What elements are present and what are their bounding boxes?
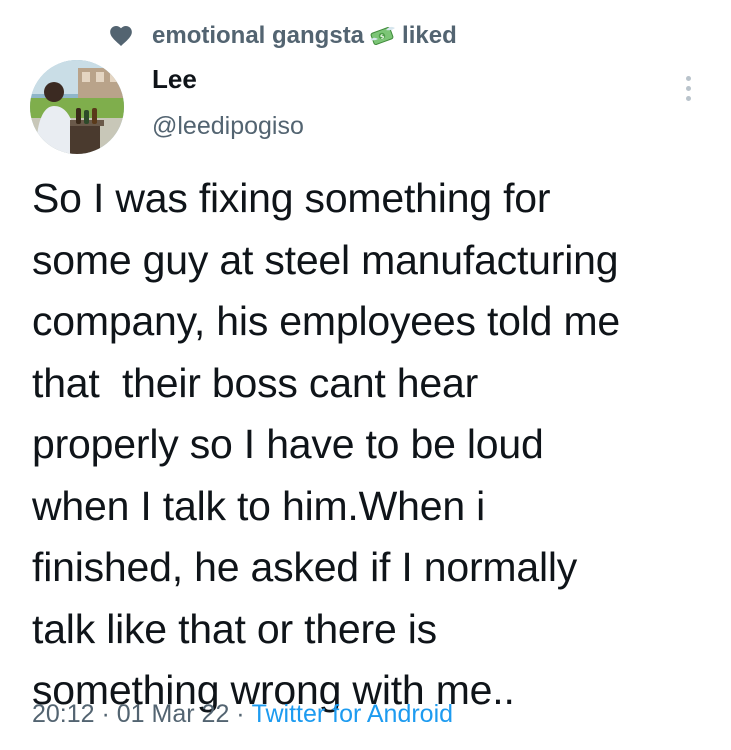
social-context[interactable]: emotional gangsta $ liked [108,18,457,54]
tweet-text-line: some guy at steel manufacturing [32,236,619,283]
liker-name[interactable]: emotional gangsta [152,22,364,50]
heart-icon [110,26,132,46]
more-dot-icon [685,95,691,101]
tweet-text-line: finished, he asked if I normally [32,544,578,590]
tweet-text-line: talk like that or there is [32,605,437,652]
more-dot-icon [685,75,691,81]
meta-separator: · [229,700,252,728]
more-dot-icon [685,85,691,91]
tweet-text-line: So I was fixing something for [32,175,551,221]
tweet-text-line: properly so I have to be loud [32,421,544,467]
money-with-wings-icon: $ [370,26,396,45]
tweet-text: So I was fixing something for some guy a… [32,168,712,722]
author-handle[interactable]: @leedipogiso [152,112,304,141]
avatar[interactable] [30,60,124,154]
tweet: emotional gangsta $ liked Lee @leedipogi… [0,0,731,750]
author-display-name[interactable]: Lee [152,64,197,95]
tweet-text-line: that their boss cant hear [32,359,479,406]
liked-label: liked [402,22,457,49]
tweet-date[interactable]: 01 Mar 22 [117,700,230,729]
meta-separator: · [94,700,117,728]
tweet-text-line: company, his employees told me [32,298,621,344]
more-options-button[interactable] [676,70,700,106]
avatar-photo [30,60,124,154]
tweet-source-link[interactable]: Twitter for Android [252,700,453,729]
tweet-time[interactable]: 20:12 [32,700,95,729]
tweet-text-line: when I talk to him.When i [32,482,486,529]
tweet-meta: 20:12 · 01 Mar 22 · Twitter for Android [32,700,453,729]
